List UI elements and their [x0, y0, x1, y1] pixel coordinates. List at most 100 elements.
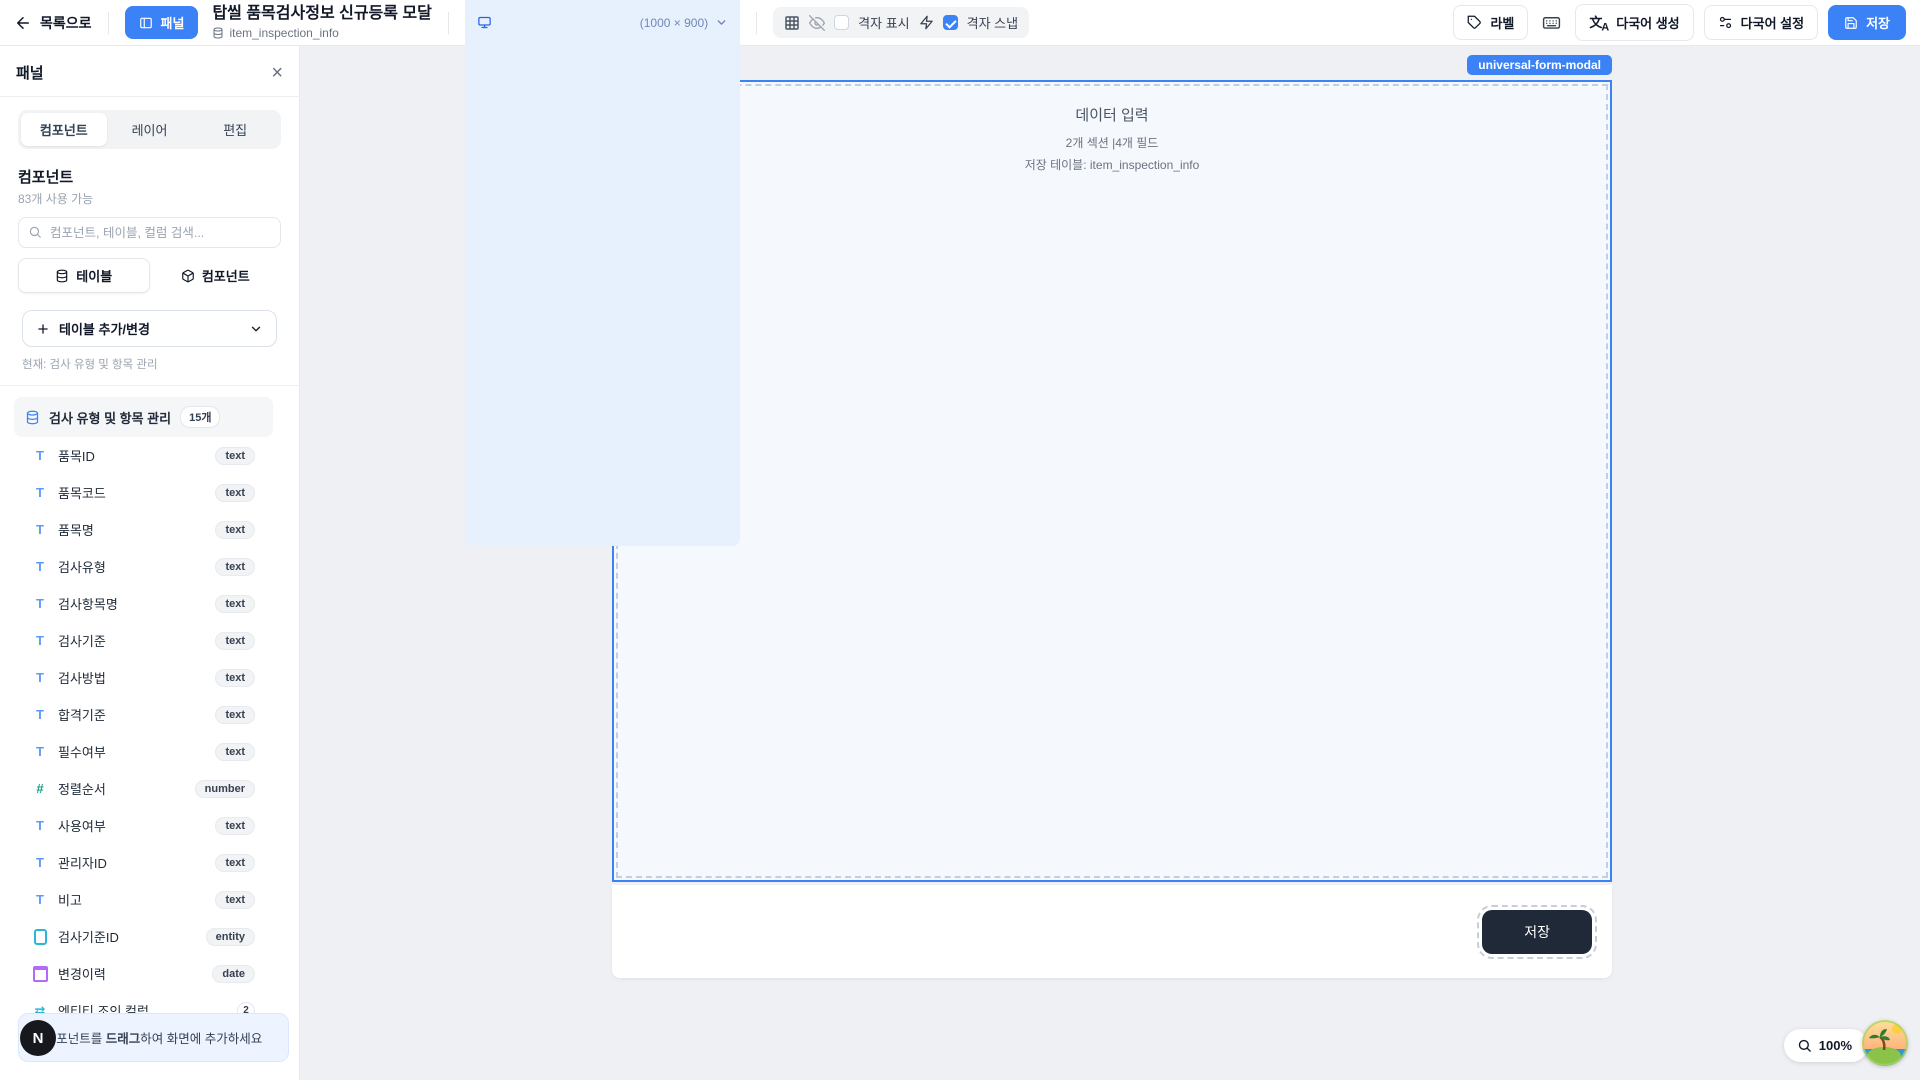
field-type-badge: text [215, 484, 255, 502]
canvas-size-label: 사용자 정의 (1000×900) [499, 0, 633, 540]
chevron-down-icon [715, 16, 728, 29]
sliders-icon [1718, 15, 1733, 30]
field-row[interactable]: 사용여부 text [14, 807, 257, 844]
field-row[interactable]: 품목코드 text [14, 474, 257, 511]
snap-grid-checkbox[interactable] [943, 15, 958, 30]
field-label: 검사기준ID [58, 927, 196, 946]
selected-component-tag[interactable]: universal-form-modal [1467, 55, 1612, 75]
field-type-icon [32, 966, 48, 982]
magnifier-icon [1797, 1038, 1812, 1053]
field-label: 관리자ID [58, 853, 205, 872]
i18n-generate-label: 다국어 생성 [1616, 13, 1679, 32]
field-type-badge: text [215, 595, 255, 613]
package-icon [181, 269, 195, 283]
show-grid-label: 격자 표시 [858, 13, 909, 32]
tag-icon [1467, 15, 1482, 30]
database-icon [25, 410, 40, 425]
panel-tabs: 컴포넌트 레이어 편집 [18, 110, 281, 149]
view-toggle: 테이블 컴포넌트 [18, 258, 281, 293]
field-row[interactable]: 품목명 text [14, 511, 257, 548]
field-label: 필수여부 [58, 742, 205, 761]
snap-grid-label: 격자 스냅 [967, 13, 1018, 32]
hint-text: 하여 화면에 추가하세요 [140, 1032, 262, 1046]
field-row[interactable]: 검사항목명 text [14, 585, 257, 622]
database-icon [212, 27, 224, 39]
form-table-info: 저장 테이블: item_inspection_info [614, 156, 1610, 173]
grid-controls: 격자 표시 격자 스냅 [773, 7, 1029, 38]
field-row[interactable]: 품목ID text [14, 437, 257, 474]
field-row[interactable]: 검사유형 text [14, 548, 257, 585]
available-count: 83개 사용 가능 [18, 190, 281, 207]
toggle-tables-button[interactable]: 테이블 [18, 258, 150, 293]
toggle-components-button[interactable]: 컴포넌트 [150, 258, 282, 293]
tab-components[interactable]: 컴포넌트 [21, 113, 107, 146]
field-type-badge: text [215, 706, 255, 724]
eye-off-icon [809, 15, 825, 31]
add-table-label: 테이블 추가/변경 [59, 319, 150, 338]
database-icon [55, 269, 69, 283]
divider [756, 12, 757, 34]
field-row[interactable]: 검사방법 text [14, 659, 257, 696]
field-label: 비고 [58, 890, 205, 909]
chevron-down-icon [249, 322, 263, 336]
keyboard-shortcuts-button[interactable] [1538, 9, 1565, 36]
field-type-badge: text [215, 817, 255, 835]
field-label: 변경이력 [58, 964, 202, 983]
tab-edit[interactable]: 편집 [192, 113, 278, 146]
field-type-badge: text [215, 669, 255, 687]
field-type-badge: text [215, 558, 255, 576]
save-button-label: 저장 [1866, 13, 1890, 32]
page-title-block: 탑씰 품목검사정보 신규등록 모달 item_inspection_info [212, 5, 431, 40]
island-emoji-badge[interactable] [1862, 1020, 1908, 1066]
close-icon[interactable]: × [271, 63, 283, 83]
divider [448, 12, 449, 34]
components-panel: 패널 × 컴포넌트 레이어 편집 컴포넌트 83개 사용 가능 테이블 [0, 46, 300, 1080]
field-label: 검사유형 [58, 557, 205, 576]
i18n-settings-button[interactable]: 다국어 설정 [1704, 5, 1818, 40]
field-row[interactable]: 필수여부 text [14, 733, 257, 770]
modal-save-button[interactable]: 저장 [1482, 910, 1592, 954]
field-type-icon [32, 744, 48, 760]
field-type-icon [32, 522, 48, 538]
add-table-button[interactable]: 테이블 추가/변경 [22, 310, 277, 347]
show-grid-checkbox[interactable] [834, 15, 849, 30]
field-type-badge: number [195, 780, 255, 798]
field-row[interactable]: 검사기준ID entity [14, 918, 257, 955]
field-label: 검사항목명 [58, 594, 205, 613]
field-row[interactable]: 합격기준 text [14, 696, 257, 733]
field-row[interactable]: 검사기준 text [14, 622, 257, 659]
label-button[interactable]: 라벨 [1453, 5, 1528, 40]
field-type-icon [32, 707, 48, 723]
form-meta: 2개 섹션 |4개 필드 [614, 134, 1610, 151]
field-type-badge: text [215, 891, 255, 909]
bound-table-name: item_inspection_info [229, 26, 338, 40]
field-label: 품목ID [58, 446, 205, 465]
canvas-size-selector[interactable]: 사용자 정의 (1000×900) (1000 × 900) [465, 0, 740, 546]
components-heading: 컴포넌트 [18, 166, 281, 187]
back-to-list-label: 목록으로 [40, 13, 92, 33]
form-drop-area[interactable]: 데이터 입력 2개 섹션 |4개 필드 저장 테이블: item_inspect… [612, 80, 1612, 882]
panel-toggle-button[interactable]: 패널 [125, 6, 199, 39]
panel-title: 패널 [16, 62, 44, 83]
field-label: 검사기준 [58, 631, 205, 650]
field-type-icon [32, 670, 48, 686]
field-row[interactable]: 비고 text [14, 881, 257, 918]
field-row[interactable]: 정렬순서 number [14, 770, 257, 807]
field-label: 검사방법 [58, 668, 205, 687]
drag-hint: 컴포넌트를 드래그하여 화면에 추가하세요 [18, 1013, 289, 1062]
i18n-generate-button[interactable]: 文A 다국어 생성 [1575, 4, 1693, 42]
field-count-badge: 15개 [180, 406, 220, 428]
current-table-label: 현재: 검사 유형 및 항목 관리 [22, 356, 277, 372]
arrow-left-icon [14, 14, 32, 32]
search-input[interactable] [18, 217, 281, 248]
i18n-settings-label: 다국어 설정 [1741, 13, 1804, 32]
zoom-control[interactable]: 100% [1784, 1029, 1868, 1062]
field-row[interactable]: 관리자ID text [14, 844, 257, 881]
tab-layers[interactable]: 레이어 [107, 113, 193, 146]
field-type-icon [32, 448, 48, 464]
back-to-list-button[interactable]: 목록으로 [14, 13, 92, 33]
table-group-header[interactable]: 검사 유형 및 항목 관리 15개 [14, 397, 273, 437]
collaborator-avatar: N [20, 1020, 56, 1056]
field-row[interactable]: 변경이력 date [14, 955, 257, 992]
save-button[interactable]: 저장 [1828, 5, 1906, 40]
